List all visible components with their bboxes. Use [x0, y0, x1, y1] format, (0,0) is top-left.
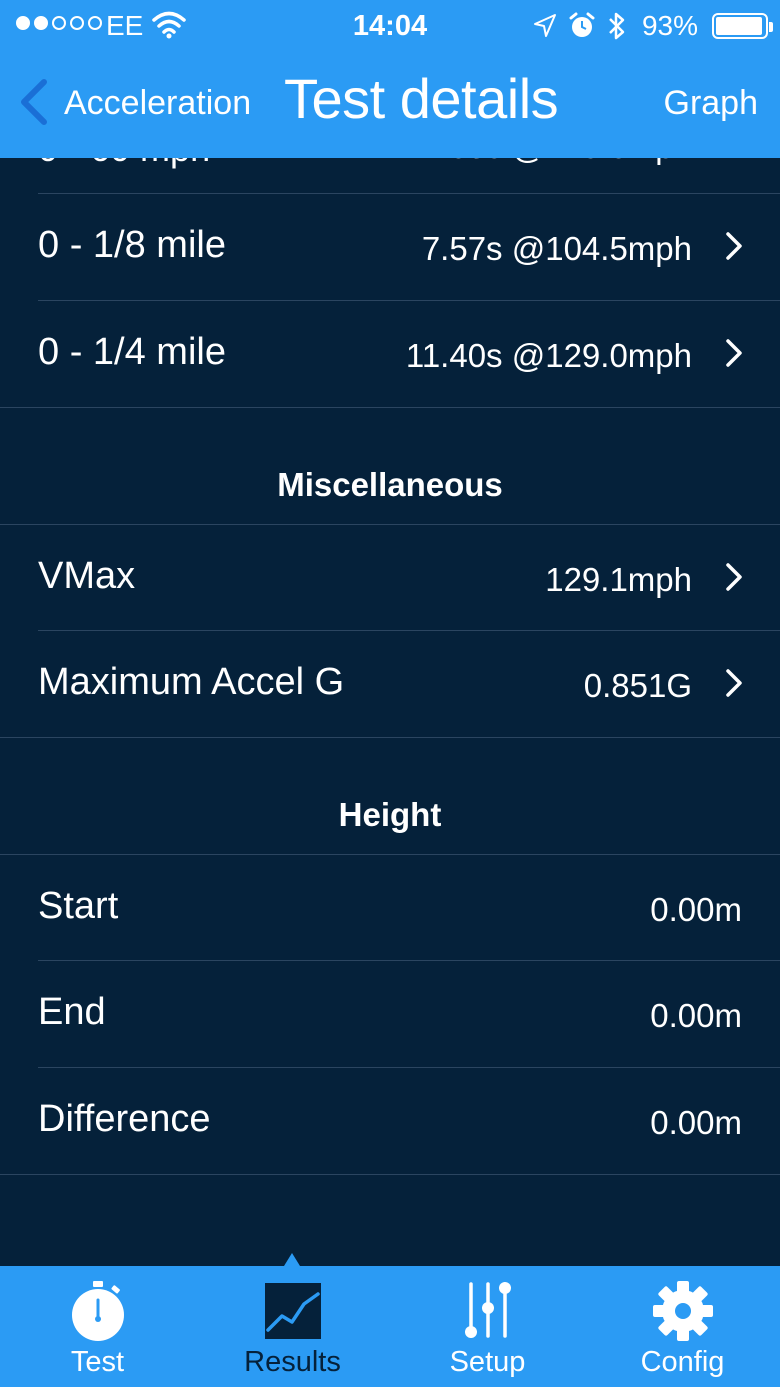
chart-icon	[264, 1283, 321, 1339]
row-value: 0.00m	[650, 1104, 742, 1141]
row-label: Start	[38, 885, 119, 927]
page-title: Test details	[284, 67, 559, 130]
chevron-right-icon	[726, 232, 742, 260]
status-right-icons: 93%	[532, 8, 773, 44]
tab-setup[interactable]: Setup	[390, 1266, 585, 1387]
gear-icon	[652, 1281, 713, 1341]
partial-row-value: 7.05s @129.0mph	[422, 158, 692, 166]
tab-test[interactable]: Test	[0, 1266, 195, 1387]
separator	[0, 737, 780, 738]
top-bar: EE 14:04 93% Acceleration Test details G…	[0, 0, 780, 158]
row-value: 129.1mph	[545, 561, 692, 598]
row-label: VMax	[38, 555, 136, 597]
alarm-icon	[569, 12, 595, 37]
app-screen: EE 14:04 93% Acceleration Test details G…	[0, 0, 780, 1387]
row-label: Maximum Accel G	[38, 661, 345, 703]
chevron-right-icon	[726, 563, 742, 591]
row-value: 11.40s @129.0mph	[405, 337, 692, 374]
row-label: End	[38, 991, 106, 1033]
list-item-max-accel-g[interactable]: Maximum Accel G 0.851G	[0, 631, 780, 737]
row-value: 0.00m	[650, 997, 742, 1034]
tab-results[interactable]: Results	[195, 1266, 390, 1387]
list-item-height-end: End 0.00m	[0, 961, 780, 1067]
list-item-height-difference: Difference 0.00m	[0, 1068, 780, 1174]
chevron-left-icon	[21, 79, 47, 125]
row-label: 0 - 1/4 mile	[38, 331, 226, 373]
row-value: 7.57s @104.5mph	[421, 230, 692, 267]
chevron-right-icon	[726, 339, 742, 367]
bluetooth-icon	[609, 12, 625, 40]
tab-label: Test	[70, 1346, 125, 1378]
battery-percentage: 93%	[641, 10, 698, 41]
graph-button[interactable]: Graph	[664, 84, 759, 123]
back-button-label: Acceleration	[64, 83, 252, 122]
list-item-partial: 0 - 60 mph 7.05s @129.0mph	[0, 158, 780, 194]
tab-config[interactable]: Config	[585, 1266, 780, 1387]
tab-bar: Test Results Setup Config	[0, 1266, 780, 1387]
row-label: Difference	[38, 1098, 211, 1140]
list-item-quarter-mile[interactable]: 0 - 1/4 mile 11.40s @129.0mph	[0, 301, 780, 407]
chevron-right-icon	[726, 669, 742, 697]
selected-tab-indicator	[284, 1253, 300, 1266]
separator	[0, 1174, 780, 1175]
navigation-bar: Acceleration Test details Graph	[0, 54, 780, 158]
status-bar: EE 14:04 93%	[0, 0, 780, 54]
list-item-eighth-mile[interactable]: 0 - 1/8 mile 7.57s @104.5mph	[0, 194, 780, 300]
row-label: 0 - 1/8 mile	[38, 224, 226, 266]
row-value: 0.851G	[583, 667, 692, 704]
separator	[0, 407, 780, 408]
partial-row-label: 0 - 60 mph	[38, 158, 210, 170]
list-item-vmax[interactable]: VMax 129.1mph	[0, 525, 780, 631]
battery-icon	[712, 13, 773, 39]
stopwatch-icon	[71, 1281, 124, 1341]
section-header-height: Height	[338, 796, 442, 833]
sliders-icon	[464, 1282, 511, 1338]
back-button[interactable]: Acceleration	[18, 78, 251, 126]
section-header-miscellaneous: Miscellaneous	[277, 466, 503, 503]
list-item-height-start: Start 0.00m	[0, 855, 780, 961]
results-list[interactable]: 0 - 60 mph 7.05s @129.0mph 0 - 1/8 mile …	[0, 158, 780, 1266]
tab-label: Setup	[449, 1346, 526, 1378]
location-icon	[533, 14, 556, 37]
tab-label: Config	[640, 1346, 725, 1378]
row-value: 0.00m	[650, 891, 742, 928]
tab-label: Results	[244, 1346, 341, 1378]
